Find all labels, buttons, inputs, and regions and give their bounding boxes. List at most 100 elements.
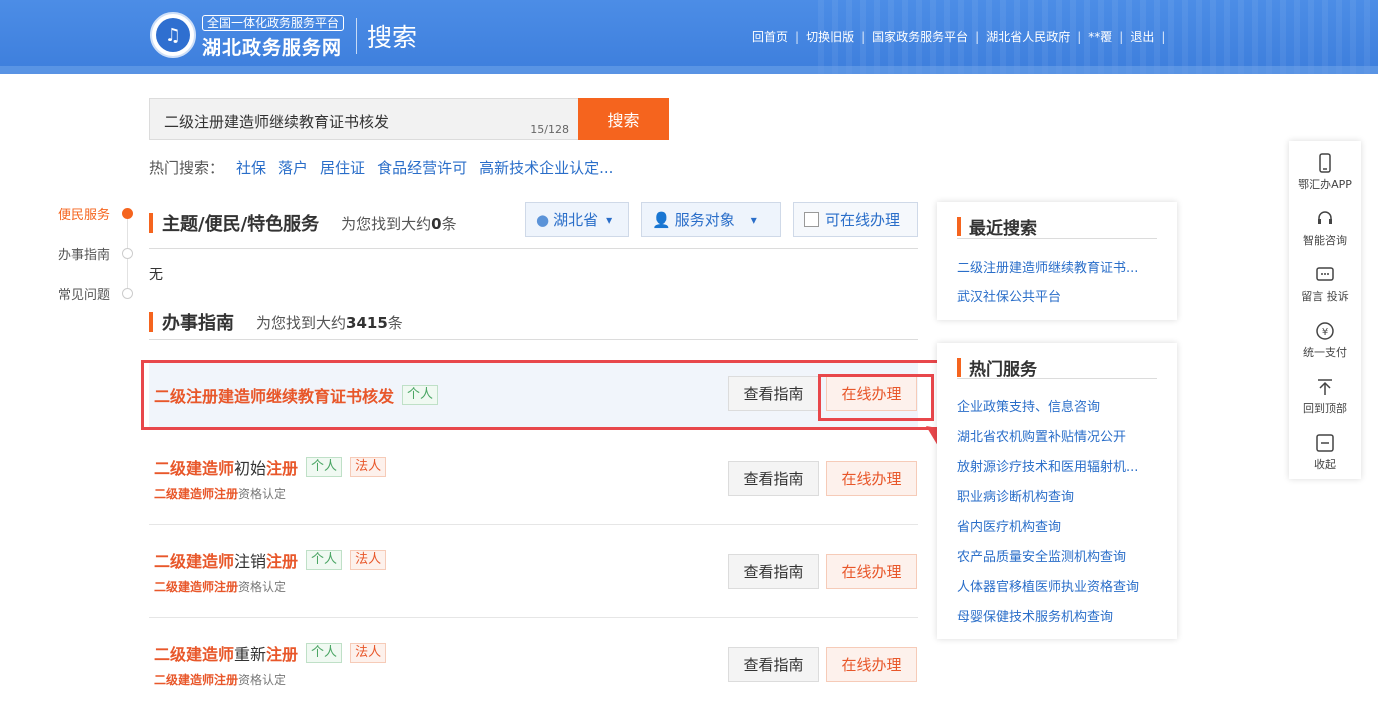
panel-title: 热门服务 bbox=[969, 360, 1037, 380]
section-guides: 办事指南 为您找到大约3415条 bbox=[149, 309, 403, 335]
hot-search-bar: 热门搜索： 社保 落户 居住证 食品经营许可 高新技术企业认定... bbox=[149, 157, 625, 178]
hot-service-link[interactable]: 放射源诊疗技术和医用辐射机... bbox=[957, 456, 1138, 475]
online-apply-button[interactable]: 在线办理 bbox=[826, 647, 917, 682]
sidebar-collapse[interactable]: 收起 bbox=[1289, 433, 1361, 472]
hot-service-link[interactable]: 企业政策支持、信息咨询 bbox=[957, 396, 1100, 415]
site-name[interactable]: 湖北政务服务网 bbox=[202, 33, 342, 60]
search-input[interactable]: 二级注册建造师继续教育证书核发 15/128 bbox=[149, 98, 579, 140]
tag-legal-entity: 法人 bbox=[350, 550, 387, 570]
recent-search-link[interactable]: 二级注册建造师继续教育证书... bbox=[957, 257, 1138, 276]
timeline-item-faq[interactable]: 常见问题 bbox=[58, 284, 138, 303]
sidebar-label: 收起 bbox=[1314, 458, 1336, 471]
found-suffix: 条 bbox=[441, 214, 457, 233]
timeline-label: 办事指南 bbox=[58, 248, 111, 263]
site-logo-icon[interactable]: ♫ bbox=[150, 12, 196, 58]
hot-service-link[interactable]: 省内医疗机构查询 bbox=[957, 516, 1061, 535]
found-prefix: 为您找到大约 bbox=[256, 313, 347, 332]
chevron-down-icon: ▾ bbox=[606, 212, 613, 227]
nav-user[interactable]: **覆 bbox=[1088, 28, 1112, 45]
result-subtitle-text: 资格认定 bbox=[238, 580, 287, 594]
hot-service-link[interactable]: 湖北省农机购置补贴情况公开 bbox=[957, 426, 1126, 445]
row-divider bbox=[149, 617, 918, 618]
nav-hubei-government[interactable]: 湖北省人民政府 bbox=[986, 28, 1070, 45]
target-filter-label: 服务对象 bbox=[674, 211, 735, 229]
panel-bar bbox=[957, 358, 961, 377]
site-header: ♫ 全国一体化政务服务平台 湖北政务服务网 搜索 回首页 | 切换旧版 | 国家政务… bbox=[0, 0, 1378, 74]
timeline-label: 常见问题 bbox=[58, 288, 111, 303]
checkbox-icon[interactable] bbox=[804, 212, 819, 227]
sidebar-back-to-top[interactable]: 回到顶部 bbox=[1289, 377, 1361, 416]
nav-separator: | bbox=[861, 29, 866, 44]
result-title[interactable]: 二级建造师 注销 注册 个人 法人 bbox=[154, 548, 387, 572]
panel-divider bbox=[957, 238, 1157, 239]
tag-legal-entity: 法人 bbox=[350, 643, 387, 663]
nav-home[interactable]: 回首页 bbox=[752, 28, 788, 45]
recent-search-panel: 最近搜索 二级注册建造师继续教育证书... 武汉社保公共平台 bbox=[937, 202, 1177, 320]
header-band bbox=[0, 66, 1378, 74]
panel-header: 最近搜索 bbox=[957, 214, 1037, 239]
search-button[interactable]: 搜索 bbox=[578, 98, 669, 140]
found-suffix: 条 bbox=[387, 313, 403, 332]
nav-logout[interactable]: 退出 bbox=[1130, 28, 1154, 45]
region-filter-dropdown[interactable]: ● 湖北省 ▾ bbox=[525, 202, 629, 237]
panel-divider bbox=[957, 378, 1157, 379]
result-title[interactable]: 二级建造师 初始 注册 个人 法人 bbox=[154, 455, 387, 479]
sidebar-app[interactable]: 鄂汇办APP bbox=[1289, 153, 1361, 192]
result-title-text: 注销 bbox=[234, 552, 267, 571]
timeline-dot bbox=[122, 288, 133, 299]
hot-service-link[interactable]: 人体器官移植医师执业资格查询 bbox=[957, 576, 1139, 595]
tag-person: 个人 bbox=[306, 643, 343, 663]
result-subtitle-text: 资格认定 bbox=[238, 673, 287, 687]
sidebar-message[interactable]: 留言 投诉 bbox=[1289, 265, 1361, 304]
empty-result-text: 无 bbox=[149, 267, 163, 283]
result-subtitle-text: 资格认定 bbox=[238, 487, 287, 501]
sidebar-label: 鄂汇办APP bbox=[1298, 178, 1352, 191]
mobile-phone-icon bbox=[1319, 153, 1331, 173]
timeline-dot bbox=[122, 248, 133, 259]
found-number: 0 bbox=[431, 214, 442, 233]
online-apply-button[interactable]: 在线办理 bbox=[826, 554, 917, 589]
hot-service-link[interactable]: 母婴保健技术服务机构查询 bbox=[957, 606, 1113, 625]
headset-icon bbox=[1318, 211, 1332, 224]
sidebar-consult[interactable]: 智能咨询 bbox=[1289, 209, 1361, 248]
section-bar bbox=[149, 213, 153, 233]
result-title-keyword: 注册 bbox=[266, 645, 299, 664]
result-title-keyword: 二级建造师 bbox=[154, 552, 235, 571]
hot-search-item[interactable]: 高新技术企业认定... bbox=[479, 157, 613, 178]
timeline-item-convenience[interactable]: 便民服务 bbox=[58, 204, 138, 223]
hot-service-link[interactable]: 农产品质量安全监测机构查询 bbox=[957, 546, 1126, 565]
panel-title: 最近搜索 bbox=[969, 219, 1037, 239]
result-subtitle-keyword: 二级建造师注册 bbox=[154, 580, 239, 594]
sidebar-payment[interactable]: ¥ 统一支付 bbox=[1289, 321, 1361, 360]
nav-national-platform[interactable]: 国家政务服务平台 bbox=[872, 28, 968, 45]
target-filter-dropdown[interactable]: 👤 服务对象 ▾ bbox=[641, 202, 781, 237]
search-input-value: 二级注册建造师继续教育证书核发 bbox=[164, 113, 390, 131]
section-title: 办事指南 bbox=[162, 313, 234, 334]
hot-search-item[interactable]: 食品经营许可 bbox=[377, 157, 467, 178]
floating-toolbar: 鄂汇办APP 智能咨询 留言 投诉 ¥ 统一支付 回到顶部 收起 bbox=[1289, 141, 1361, 479]
online-filter-checkbox[interactable]: 可在线办理 bbox=[793, 202, 918, 237]
tag-person: 个人 bbox=[306, 457, 343, 477]
row-divider bbox=[149, 524, 918, 525]
nav-old-version[interactable]: 切换旧版 bbox=[806, 28, 854, 45]
online-apply-button[interactable]: 在线办理 bbox=[826, 461, 917, 496]
hot-service-link[interactable]: 职业病诊断机构查询 bbox=[957, 486, 1074, 505]
view-guide-button[interactable]: 查看指南 bbox=[728, 554, 819, 589]
result-subtitle: 二级建造师注册资格认定 bbox=[154, 485, 286, 502]
timeline-item-guide[interactable]: 办事指南 bbox=[58, 244, 138, 263]
hot-search-item[interactable]: 居住证 bbox=[320, 157, 365, 178]
sidebar-label: 智能咨询 bbox=[1303, 234, 1347, 247]
hot-search-item[interactable]: 社保 bbox=[236, 157, 266, 178]
result-title-keyword: 注册 bbox=[266, 459, 299, 478]
section-bar bbox=[149, 312, 153, 332]
view-guide-button[interactable]: 查看指南 bbox=[728, 461, 819, 496]
result-title[interactable]: 二级建造师 重新 注册 个人 法人 bbox=[154, 641, 387, 665]
section-found-count: 为您找到大约3415条 bbox=[256, 312, 403, 333]
result-title-text: 重新 bbox=[234, 645, 267, 664]
view-guide-button[interactable]: 查看指南 bbox=[728, 647, 819, 682]
recent-search-link[interactable]: 武汉社保公共平台 bbox=[957, 286, 1061, 305]
logo-divider bbox=[356, 18, 357, 54]
search-char-count: 15/128 bbox=[530, 123, 569, 136]
hot-search-item[interactable]: 落户 bbox=[278, 157, 308, 178]
timeline-label: 便民服务 bbox=[58, 208, 111, 223]
